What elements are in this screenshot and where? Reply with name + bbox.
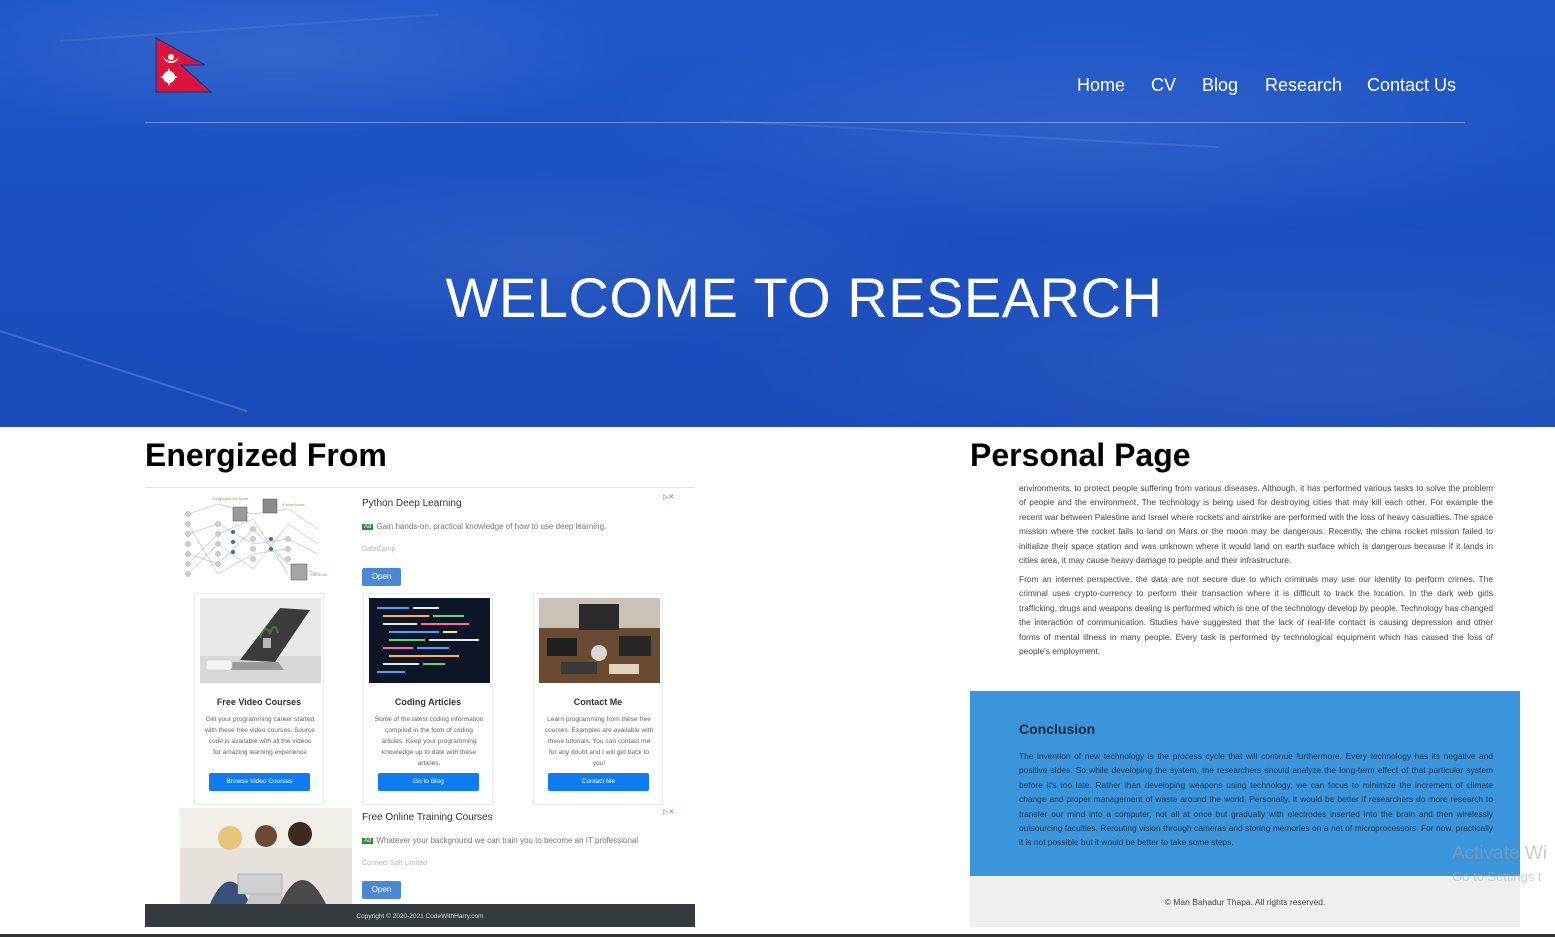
research-paragraph: From an internet perspective, the data a… — [1019, 574, 1493, 657]
card-text: Some of the latest coding information co… — [374, 716, 484, 767]
card-free-video-courses: Free Video Courses Get your programming … — [194, 593, 324, 805]
go-to-blog-button[interactable]: Go to Blog — [378, 773, 479, 791]
ad-source: Connect Soft Limited — [362, 860, 427, 867]
card-contact-me: Contact Me Learn programming from these … — [533, 593, 663, 805]
nav-cv[interactable]: CV — [1151, 75, 1176, 96]
card-title: Contact Me — [573, 697, 623, 707]
ad-title[interactable]: Python Deep Learning — [362, 498, 462, 509]
section-title-energized: Energized From — [145, 437, 387, 473]
ad-free-online-training[interactable]: Free Online Training Courses Ad Whatever … — [145, 806, 695, 904]
ad-description: Ad Whatever your background we can train … — [362, 836, 638, 845]
card-title: Free Video Courses — [216, 697, 302, 707]
nav-blog[interactable]: Blog — [1202, 75, 1238, 96]
workspace-image — [539, 598, 660, 683]
activate-windows-watermark: Activate Wi — [1452, 843, 1548, 864]
card-text: Learn programming from these free course… — [544, 716, 654, 767]
card-coding-articles: Coding Articles Some of the latest codin… — [363, 593, 493, 805]
ad-source: DataCamp — [362, 546, 396, 553]
card-text: Get your programming career started with… — [205, 716, 315, 756]
illustration-label: Diagonal Line Node — [213, 496, 249, 501]
card-title: Coding Articles — [394, 697, 462, 707]
ad-open-button[interactable]: Open — [362, 881, 401, 899]
neural-network-illustration: Diagonal Line Node Faces Node Cat Node — [185, 496, 328, 581]
illustration-label: Faces Node — [283, 502, 305, 507]
research-paragraph: environments. to protect people sufferin… — [1019, 484, 1493, 566]
nav-research[interactable]: Research — [1265, 75, 1342, 96]
cloud-streak — [719, 120, 1220, 149]
ad-description-text: Whatever your background we can train yo… — [376, 836, 639, 845]
cloud-streak — [0, 330, 248, 413]
personal-page-footer: © Man Bahadur Thapa. All rights reserved… — [970, 876, 1520, 927]
contact-me-button[interactable]: Contact Me — [548, 773, 649, 791]
ad-choices-icon[interactable]: ▷✕ — [663, 808, 674, 816]
hero-divider — [145, 122, 1465, 123]
code-screen-image — [369, 598, 490, 683]
conclusion-section: Conclusion The invention of new technolo… — [970, 691, 1520, 876]
ad-description-text: Gain hands-on, practical knowledge of ho… — [376, 522, 607, 531]
hero-title: WELCOME TO RESEARCH — [445, 266, 1163, 329]
ad-open-button[interactable]: Open — [362, 568, 401, 586]
ad-badge: Ad — [362, 524, 374, 530]
ad-title[interactable]: Free Online Training Courses — [362, 812, 493, 823]
illustration-label: Cat Node — [310, 572, 328, 577]
nav-contact-us[interactable]: Contact Us — [1367, 75, 1456, 96]
browse-video-courses-button[interactable]: Browse Video Courses — [209, 773, 310, 791]
section-title-personal: Personal Page — [970, 437, 1191, 473]
ad-python-deep-learning[interactable]: Diagonal Line Node Faces Node Cat Node P… — [145, 488, 695, 593]
conclusion-text: The invention of new technology is the p… — [1019, 751, 1493, 848]
ad-description: Ad Gain hands-on, practical knowledge of … — [362, 522, 606, 531]
students-photo — [180, 808, 352, 904]
embedded-page-left[interactable]: Diagonal Line Node Faces Node Cat Node P… — [145, 487, 695, 927]
embedded-page-right[interactable]: environments. to protect people sufferin… — [970, 484, 1520, 927]
ad-badge: Ad — [362, 838, 374, 844]
nav-home[interactable]: Home — [1077, 75, 1125, 96]
hero-banner — [0, 0, 1555, 427]
embedded-footer: Copyright © 2020-2021 CodeWithHarry.com — [145, 904, 695, 927]
activate-windows-settings-hint: Go to Settings t — [1452, 869, 1542, 884]
conclusion-title: Conclusion — [1019, 721, 1096, 737]
ad-choices-icon[interactable]: ▷✕ — [663, 493, 674, 501]
cloud-streak — [59, 13, 440, 42]
laptop-desk-image — [200, 598, 321, 683]
nepal-flag-logo[interactable] — [155, 37, 213, 93]
